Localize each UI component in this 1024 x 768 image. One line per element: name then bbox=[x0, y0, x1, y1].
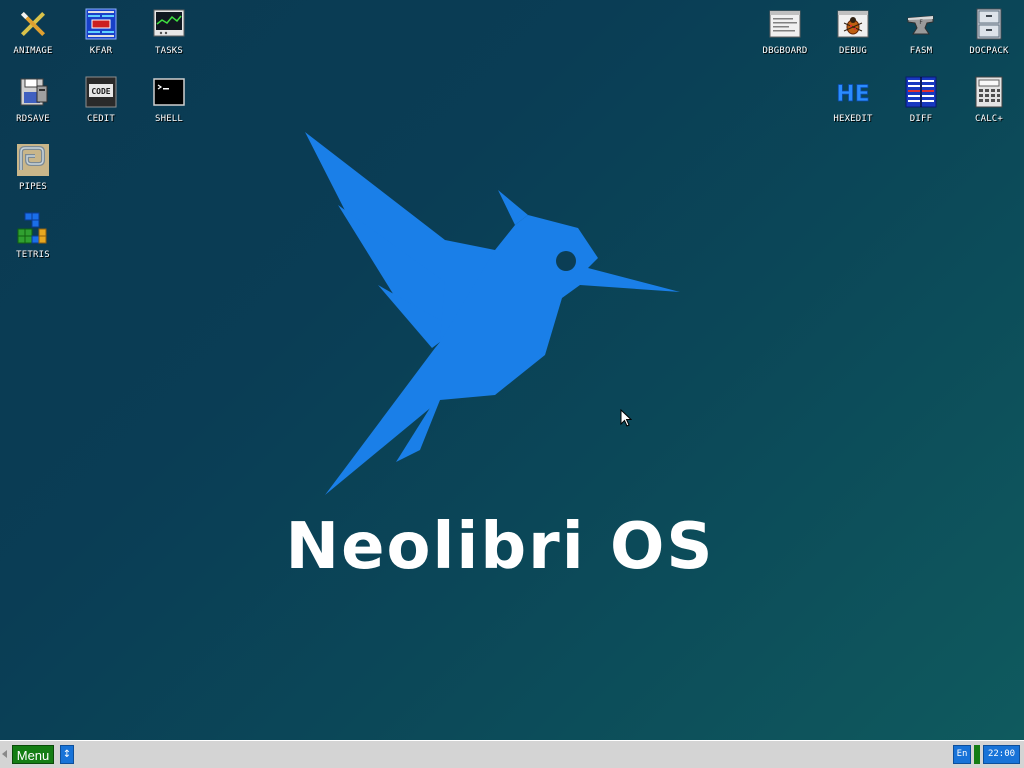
system-monitor-icon bbox=[153, 9, 185, 37]
icon-label: DEBUG bbox=[838, 46, 868, 56]
desktop-icon-tetris[interactable]: TETRIS bbox=[1, 204, 65, 264]
desktop-icon-cedit[interactable]: CODE CEDIT bbox=[69, 68, 133, 128]
icon-label: SHELL bbox=[154, 114, 184, 124]
desktop-icon-debug[interactable]: DEBUG bbox=[821, 0, 885, 60]
desktop: ANIMAGE KFAR TASKS RDSAVE CODE CEDIT SHE… bbox=[0, 0, 1024, 740]
keyboard-layout-button[interactable]: En bbox=[953, 745, 971, 764]
diff-compare-icon bbox=[905, 76, 937, 108]
desktop-icon-docpack[interactable]: DOCPACK bbox=[957, 0, 1021, 60]
filing-cabinet-icon bbox=[976, 8, 1002, 40]
icon-label: TETRIS bbox=[16, 250, 50, 260]
desktop-icon-dbgboard[interactable]: DBGBOARD bbox=[753, 0, 817, 60]
icon-label: RDSAVE bbox=[16, 114, 50, 124]
desktop-icon-calc[interactable]: CALC+ bbox=[957, 68, 1021, 128]
terminal-icon bbox=[153, 78, 185, 106]
activity-indicator bbox=[974, 745, 980, 764]
assembler-anvil-icon: F bbox=[907, 15, 934, 35]
debug-board-icon bbox=[769, 10, 801, 38]
icon-label: HEXEDIT bbox=[833, 114, 873, 124]
desktop-icon-animage[interactable]: ANIMAGE bbox=[1, 0, 65, 60]
icon-label: ANIMAGE bbox=[13, 46, 53, 56]
menu-button[interactable]: Menu bbox=[12, 745, 54, 764]
desktop-icon-shell[interactable]: SHELL bbox=[137, 68, 201, 128]
icon-label: PIPES bbox=[18, 182, 48, 192]
pencil-ruler-icon bbox=[20, 11, 46, 37]
icon-label: CEDIT bbox=[86, 114, 116, 124]
os-logo-text: Neolibri OS bbox=[285, 510, 715, 584]
desktop-icon-diff[interactable]: DIFF bbox=[889, 68, 953, 128]
desktop-icon-tasks[interactable]: TASKS bbox=[137, 0, 201, 60]
clock[interactable]: 22:00 bbox=[983, 745, 1020, 764]
taskbar: Menu ↕ En 22:00 bbox=[0, 740, 1024, 768]
mouse-cursor-icon bbox=[620, 409, 632, 427]
icon-label: FASM bbox=[909, 46, 933, 56]
window-switch-button[interactable]: ↕ bbox=[60, 745, 74, 764]
icon-label: TASKS bbox=[154, 46, 184, 56]
hex-editor-icon: HE bbox=[837, 82, 869, 108]
taskbar-scroll-left-icon[interactable] bbox=[2, 750, 7, 758]
desktop-icon-rdsave[interactable]: RDSAVE bbox=[1, 68, 65, 128]
file-manager-icon bbox=[85, 8, 117, 40]
icon-label: KFAR bbox=[89, 46, 113, 56]
tetris-icon bbox=[17, 212, 47, 244]
desktop-icon-kfar[interactable]: KFAR bbox=[69, 0, 133, 60]
svg-text:F: F bbox=[919, 19, 923, 26]
icon-label: DIFF bbox=[909, 114, 933, 124]
code-editor-icon: CODE bbox=[85, 76, 117, 108]
desktop-icon-pipes[interactable]: PIPES bbox=[1, 136, 65, 196]
icon-label: DBGBOARD bbox=[762, 46, 808, 56]
bird-logo-icon bbox=[305, 132, 680, 495]
calculator-icon bbox=[975, 76, 1003, 108]
debugger-bug-icon bbox=[837, 10, 869, 38]
svg-text:HE: HE bbox=[837, 82, 869, 107]
pipes-game-icon bbox=[17, 144, 49, 176]
icon-label: CALC+ bbox=[974, 114, 1004, 124]
svg-text:CODE: CODE bbox=[91, 87, 110, 96]
desktop-icon-hexedit[interactable]: HE HEXEDIT bbox=[821, 68, 885, 128]
icon-label: DOCPACK bbox=[969, 46, 1009, 56]
ramdisk-save-icon bbox=[20, 78, 48, 106]
desktop-icon-fasm[interactable]: F FASM bbox=[889, 0, 953, 60]
